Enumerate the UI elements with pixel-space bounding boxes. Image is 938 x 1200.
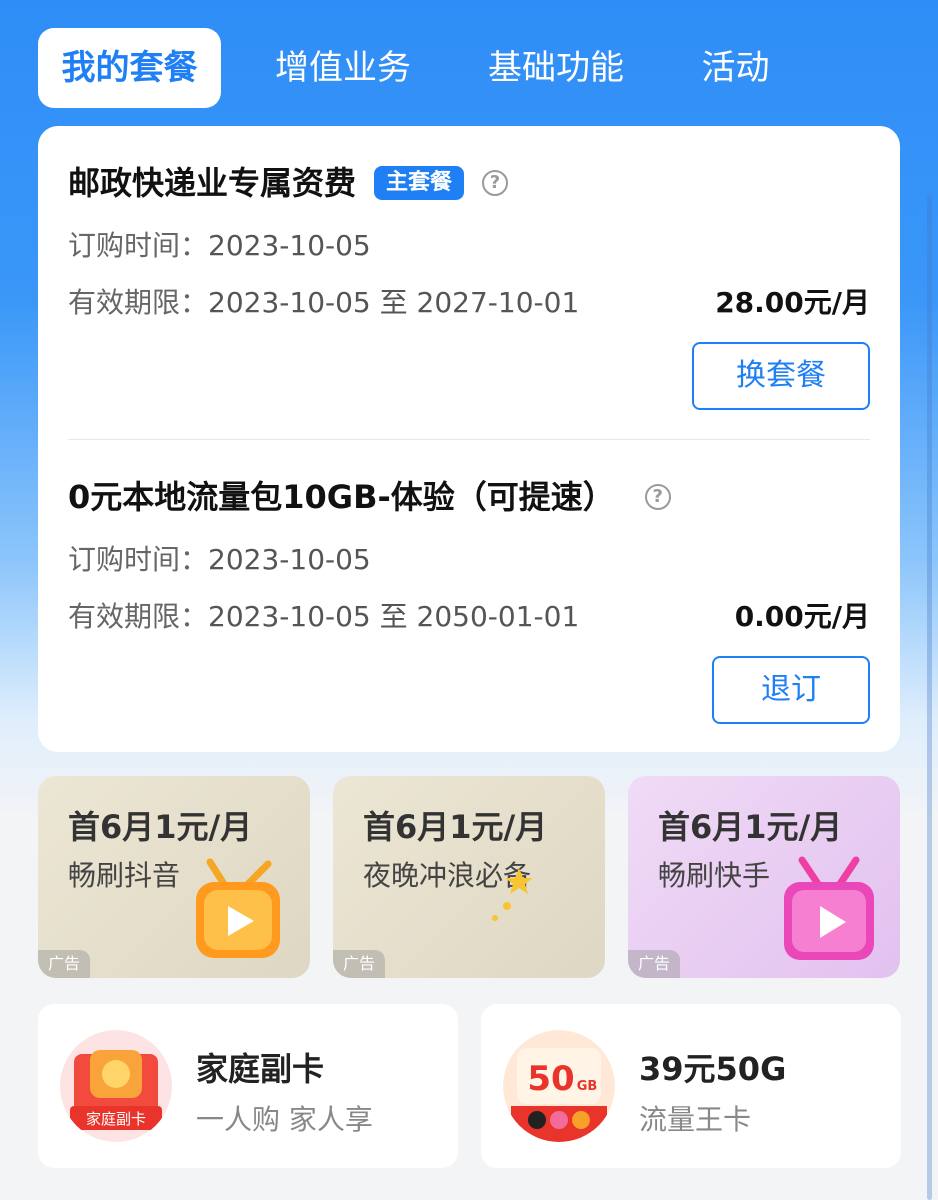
tv-icon [196, 858, 280, 958]
data-card-icon: 50 GB [503, 1030, 615, 1142]
tab-my-package[interactable]: 我的套餐 [38, 28, 221, 108]
package-title: 邮政快递业专属资费 主套餐 ? [68, 160, 870, 206]
tab-basic-functions[interactable]: 基础功能 [481, 28, 631, 108]
validity-row: 有效期限：2023-10-05 至 2027-10-01 28.00元/月 [68, 283, 870, 323]
bottom-card-subtitle: 流量王卡 [639, 1103, 752, 1136]
promo-title: 首6月1元/月 [658, 808, 843, 846]
promo-douyin[interactable]: 首6月1元/月 畅刷抖音 广告 [38, 776, 310, 978]
package-name: 0元本地流量包10GB-体验（可提速） [68, 478, 615, 516]
family-card-image-label: 家庭副卡 [86, 1110, 146, 1128]
validity-label: 有效期限： [68, 600, 209, 633]
ad-tag: 广告 [38, 950, 90, 978]
tv-icon [784, 856, 874, 960]
order-time-row: 订购时间：2023-10-05 [68, 540, 870, 580]
data-king-card-offer[interactable]: 50 GB 39元50G 流量王卡 [481, 1004, 901, 1168]
promo-night[interactable]: 首6月1元/月 夜晚冲浪必备 广告 [333, 776, 605, 978]
moon-icon [492, 868, 573, 954]
change-package-button[interactable]: 换套餐 [692, 342, 870, 410]
order-time-label: 订购时间： [68, 543, 209, 576]
order-time-value: 2023-10-05 [208, 543, 371, 576]
family-card-offer[interactable]: 家庭副卡 家庭副卡 一人购 家人享 [38, 1004, 458, 1168]
package-title: 0元本地流量包10GB-体验（可提速） ? [68, 474, 870, 520]
promo-title: 首6月1元/月 [363, 808, 548, 846]
bottom-card-title: 39元50G [639, 1050, 787, 1088]
promo-subtitle: 畅刷快手 [658, 859, 771, 892]
tab-value-added[interactable]: 增值业务 [268, 28, 418, 108]
ad-tag: 广告 [628, 950, 680, 978]
validity-value: 2023-10-05 至 2027-10-01 [208, 286, 580, 319]
package-price: 28.00元/月 [715, 286, 870, 319]
order-time-value: 2023-10-05 [208, 229, 371, 262]
help-icon[interactable]: ? [482, 170, 509, 196]
data-card-image-unit: GB [577, 1079, 598, 1094]
data-card-image-number: 50 [527, 1059, 574, 1099]
validity-row: 有效期限：2023-10-05 至 2050-01-01 0.00元/月 [68, 597, 870, 637]
tab-activities[interactable]: 活动 [688, 28, 783, 108]
top-tab-bar: 我的套餐 增值业务 基础功能 活动 [38, 28, 900, 108]
order-time-row: 订购时间：2023-10-05 [68, 226, 870, 266]
package-name: 邮政快递业专属资费 [68, 164, 357, 202]
promo-subtitle: 畅刷抖音 [68, 859, 181, 892]
divider [68, 439, 870, 440]
validity-label: 有效期限： [68, 286, 209, 319]
ad-tag: 广告 [333, 950, 385, 978]
package-price: 0.00元/月 [734, 600, 870, 633]
family-card-icon: 家庭副卡 [60, 1030, 172, 1142]
promo-kuaishou[interactable]: 首6月1元/月 畅刷快手 广告 [628, 776, 900, 978]
main-package-badge: 主套餐 [374, 166, 465, 200]
family-card-image: 家庭副卡 [60, 1030, 172, 1142]
order-time-label: 订购时间： [68, 229, 209, 262]
bottom-card-title: 家庭副卡 [196, 1050, 325, 1088]
package-main: 邮政快递业专属资费 主套餐 ? 订购时间：2023-10-05 有效期限：202… [68, 160, 870, 410]
package-data-addon: 0元本地流量包10GB-体验（可提速） ? 订购时间：2023-10-05 有效… [68, 474, 870, 724]
help-icon[interactable]: ? [644, 484, 671, 510]
package-card: 邮政快递业专属资费 主套餐 ? 订购时间：2023-10-05 有效期限：202… [38, 126, 900, 752]
data-card-image: 50 GB [503, 1030, 615, 1142]
promo-title: 首6月1元/月 [68, 808, 253, 846]
bottom-card-subtitle: 一人购 家人享 [196, 1103, 373, 1136]
unsubscribe-button[interactable]: 退订 [712, 656, 870, 724]
scrollbar[interactable] [927, 195, 932, 1200]
validity-value: 2023-10-05 至 2050-01-01 [208, 600, 580, 633]
